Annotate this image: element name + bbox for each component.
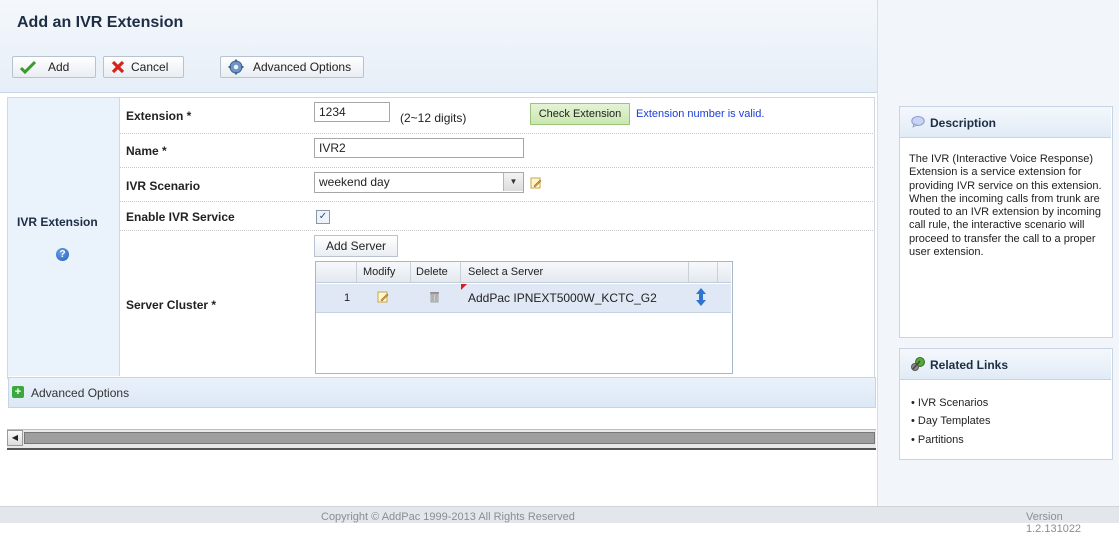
description-title: Description — [930, 116, 997, 130]
version-text: Version 1.2.131022 — [1026, 511, 1082, 535]
related-links-title: Related Links — [930, 358, 1009, 372]
grid-col-sep — [688, 262, 689, 282]
row-server-name[interactable]: AddPac IPNEXT5000W_KCTC_G2 — [468, 291, 657, 305]
plus-icon[interactable]: + — [12, 386, 24, 398]
row-divider — [120, 133, 873, 134]
section-label-cell — [8, 98, 120, 376]
scrollbar-thumb[interactable] — [24, 432, 875, 444]
extension-label: Extension * — [126, 109, 192, 123]
description-text: The IVR (Interactive Voice Response) Ext… — [909, 153, 1102, 259]
advanced-options-button-label: Advanced Options — [253, 60, 352, 74]
add-button-label: Add — [48, 60, 70, 74]
copyright-text: Copyright © AddPac 1999-2013 All Rights … — [321, 511, 575, 523]
trash-icon[interactable] — [429, 290, 440, 303]
pencil-icon[interactable] — [377, 291, 389, 303]
cross-icon — [111, 60, 125, 74]
page-title: Add an IVR Extension — [17, 14, 184, 31]
enable-ivr-checkbox[interactable]: ✓ — [316, 210, 330, 224]
gear-icon — [228, 59, 244, 75]
related-link-day-templates[interactable]: • Day Templates — [911, 415, 990, 427]
related-link-partitions[interactable]: • Partitions — [911, 434, 964, 446]
grid-col-sep — [356, 262, 357, 282]
column-header-delete[interactable]: Delete — [416, 266, 448, 278]
chevron-down-icon[interactable]: ▼ — [503, 173, 523, 191]
ivr-scenario-label: IVR Scenario — [126, 179, 201, 193]
add-button[interactable]: Add — [12, 56, 96, 78]
speech-icon — [911, 116, 925, 128]
name-input[interactable]: IVR2 — [314, 138, 524, 158]
grid-col-sep — [410, 262, 411, 282]
grid-col-sep — [460, 262, 461, 282]
enable-ivr-label: Enable IVR Service — [126, 210, 235, 224]
row-number: 1 — [344, 292, 351, 304]
check-icon — [20, 60, 36, 74]
advanced-options-label[interactable]: Advanced Options — [31, 386, 129, 400]
extension-valid-message: Extension number is valid. — [636, 108, 765, 120]
updown-icon[interactable] — [696, 288, 706, 306]
column-header-modify[interactable]: Modify — [363, 266, 395, 278]
check-extension-button[interactable]: Check Extension — [530, 103, 630, 125]
server-cluster-label: Server Cluster * — [126, 298, 217, 312]
column-header-server[interactable]: Select a Server — [468, 266, 543, 278]
advanced-options-button[interactable]: Advanced Options — [220, 56, 364, 78]
modified-marker — [461, 284, 467, 290]
extension-input[interactable]: 1234 — [314, 102, 390, 122]
cancel-button-label: Cancel — [131, 60, 169, 74]
grid-col-sep — [717, 262, 718, 282]
ivr-scenario-value: weekend day — [319, 175, 390, 189]
advanced-options-bar[interactable] — [8, 377, 876, 408]
row-divider — [120, 230, 873, 231]
name-label: Name * — [126, 144, 167, 158]
links-icon — [911, 357, 925, 371]
section-label: IVR Extension — [17, 215, 98, 229]
cancel-button[interactable]: Cancel — [103, 56, 184, 78]
help-icon[interactable]: ? — [56, 248, 69, 261]
add-server-button[interactable]: Add Server — [314, 235, 398, 257]
scroll-left-arrow[interactable]: ◀ — [7, 430, 23, 446]
row-divider — [120, 201, 873, 202]
row-divider — [120, 167, 873, 168]
related-link-ivr-scenarios[interactable]: • IVR Scenarios — [911, 397, 988, 409]
extension-hint: (2~12 digits) — [400, 111, 467, 125]
pencil-icon[interactable] — [530, 177, 542, 189]
